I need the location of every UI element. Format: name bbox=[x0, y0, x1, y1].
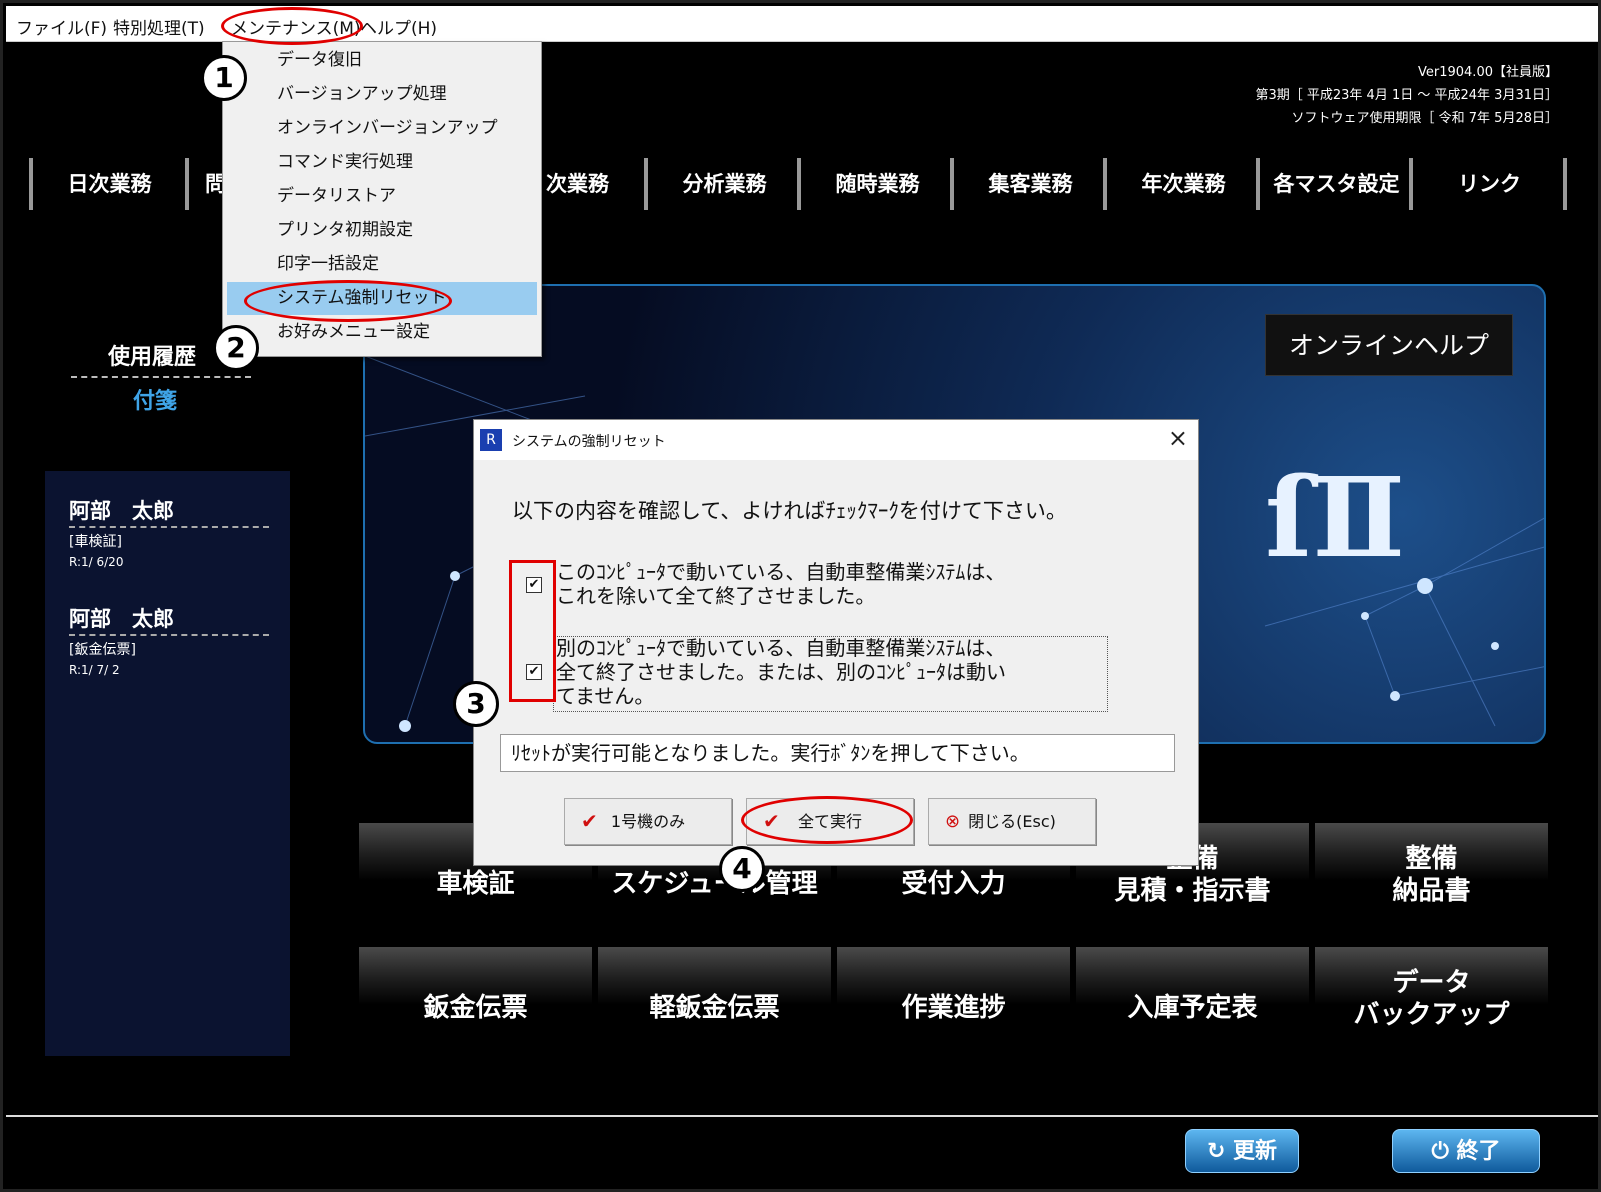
nav-master-settings[interactable]: 各マスタ設定 bbox=[1260, 158, 1413, 210]
period-line: 第3期［ 平成23年 4月 1日 ～ 平成24年 3月31日］ bbox=[1255, 88, 1558, 103]
history-panel: 阿部 太郎 [車検証] R:1/ 6/20 阿部 太郎 [鈑金伝票] R:1/ … bbox=[45, 471, 290, 1056]
annotation-step-1: 1 bbox=[201, 55, 247, 101]
menu-item-online-version-up[interactable]: オンラインバージョンアップ bbox=[227, 112, 537, 145]
tile-data-backup[interactable]: データ バックアップ bbox=[1315, 947, 1548, 1052]
footer-divider bbox=[6, 1115, 1598, 1117]
annotation-step-4: 4 bbox=[719, 846, 765, 892]
confirm-label-other: 別のｺﾝﾋﾟｭｰﾀで動いている、自動車整備業ｼｽﾃﾑは、 全て終了させました。ま… bbox=[556, 636, 1006, 708]
history-name: 阿部 太郎 bbox=[69, 499, 174, 523]
menu-item-data-recovery[interactable]: データ復旧 bbox=[227, 44, 537, 77]
version-line: Ver1904.00【社員版】 bbox=[1418, 65, 1558, 80]
online-help-button[interactable]: オンラインヘルプ bbox=[1265, 314, 1513, 376]
nav-separator bbox=[1563, 158, 1567, 210]
menu-item-print-batch[interactable]: 印字一括設定 bbox=[227, 248, 537, 281]
menu-item-favorite-menu[interactable]: お好みメニュー設定 bbox=[227, 316, 537, 349]
tile-arrival-schedule[interactable]: 入庫予定表 bbox=[1076, 947, 1309, 1052]
nav-daily[interactable]: 日次業務 bbox=[33, 158, 186, 210]
dialog-titlebar[interactable]: R システムの強制リセット × bbox=[474, 420, 1198, 460]
dialog-title: システムの強制リセット bbox=[512, 434, 666, 450]
nav-link[interactable]: リンク bbox=[1413, 158, 1566, 210]
history-divider bbox=[69, 526, 269, 528]
annotation-oval-run-all bbox=[741, 796, 913, 844]
status-field: ﾘｾｯﾄが実行可能となりました。実行ﾎﾞﾀﾝを押して下さい。 bbox=[500, 734, 1175, 772]
history-date: R:1/ 7/ 2 bbox=[69, 663, 120, 677]
menu-item-printer-setup[interactable]: プリンタ初期設定 bbox=[227, 214, 537, 247]
tab-sticky-notes[interactable]: 付箋 bbox=[133, 383, 177, 415]
nav-analysis[interactable]: 分析業務 bbox=[648, 158, 801, 210]
confirm-label-local: このｺﾝﾋﾟｭｰﾀで動いている、自動車整備業ｼｽﾃﾑは、 これを除いて全て終了さ… bbox=[556, 560, 1006, 608]
annotation-step-2: 2 bbox=[213, 325, 259, 371]
tab-divider bbox=[71, 376, 251, 378]
tile-progress[interactable]: 作業進捗 bbox=[837, 947, 1070, 1052]
nav-customer[interactable]: 集客業務 bbox=[954, 158, 1107, 210]
menu-item-command-exec[interactable]: コマンド実行処理 bbox=[227, 146, 537, 179]
menu-special[interactable]: 特別処理(T) bbox=[113, 14, 205, 39]
dialog-message: 以下の内容を確認して、よければﾁｪｯｸﾏｰｸを付けて下さい。 bbox=[512, 499, 1067, 523]
exit-button[interactable]: ⏻ 終了 bbox=[1392, 1129, 1540, 1173]
refresh-icon: ↻ bbox=[1206, 1139, 1226, 1164]
history-date: R:1/ 6/20 bbox=[69, 555, 124, 569]
history-type: [鈑金伝票] bbox=[69, 642, 136, 658]
annotation-oval-force-reset bbox=[244, 280, 452, 322]
annotation-step-3: 3 bbox=[453, 681, 499, 727]
history-name: 阿部 太郎 bbox=[69, 607, 174, 631]
history-divider bbox=[69, 634, 269, 636]
power-icon: ⏻ bbox=[1431, 1139, 1449, 1164]
app-icon: R bbox=[480, 429, 502, 451]
tile-delivery-note[interactable]: 整備 納品書 bbox=[1315, 823, 1548, 928]
close-button[interactable]: ⊗ 閉じる(Esc) bbox=[928, 798, 1096, 845]
refresh-button[interactable]: ↻ 更新 bbox=[1185, 1129, 1299, 1173]
tile-light-sheet-metal[interactable]: 軽鈑金伝票 bbox=[598, 947, 831, 1052]
menu-item-version-up[interactable]: バージョンアップ処理 bbox=[227, 78, 537, 111]
close-icon[interactable]: × bbox=[1168, 424, 1188, 452]
menu-help[interactable]: ヘルプ(H) bbox=[360, 14, 437, 39]
app-window: ファイル(F) 特別処理(T) メンテナンス(M) ヘルプ(H) Ver1904… bbox=[0, 0, 1601, 1192]
version-info: Ver1904.00【社員版】 第3期［ 平成23年 4月 1日 ～ 平成24年… bbox=[1255, 61, 1558, 130]
check-icon: ✔ bbox=[581, 809, 598, 833]
only-unit1-button[interactable]: ✔ 1号機のみ bbox=[564, 798, 732, 845]
tile-sheet-metal[interactable]: 鈑金伝票 bbox=[359, 947, 592, 1052]
menu-item-data-restore[interactable]: データリストア bbox=[227, 180, 537, 213]
nav-adhoc[interactable]: 随時業務 bbox=[801, 158, 954, 210]
menu-file[interactable]: ファイル(F) bbox=[16, 14, 107, 39]
logo-fragment: ſⅡ bbox=[1265, 453, 1405, 582]
annotation-rect-checkboxes bbox=[509, 560, 556, 702]
annotation-oval-maintenance bbox=[221, 7, 363, 45]
history-type: [車検証] bbox=[69, 534, 122, 550]
license-line: ソフトウェア使用期限［ 令和 7年 5月28日］ bbox=[1291, 111, 1558, 126]
tab-history[interactable]: 使用履歴 bbox=[108, 339, 196, 371]
cancel-icon: ⊗ bbox=[945, 811, 961, 832]
nav-yearly[interactable]: 年次業務 bbox=[1107, 158, 1260, 210]
